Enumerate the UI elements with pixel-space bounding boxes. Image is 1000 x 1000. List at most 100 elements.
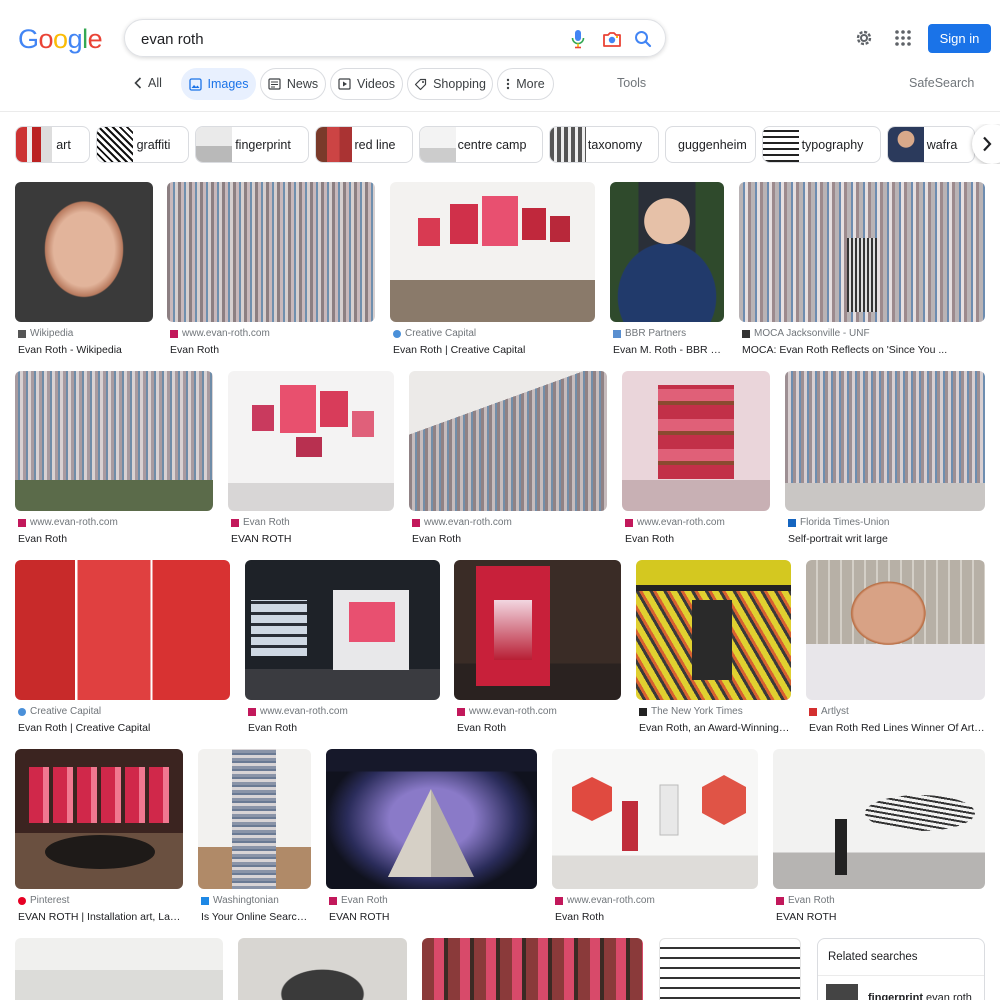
result-source[interactable]: www.evan-roth.com (457, 706, 557, 717)
logo-letter: o (38, 24, 54, 54)
result-title[interactable]: Evan Roth (248, 722, 440, 734)
chips-next-button[interactable] (972, 124, 1000, 164)
result-source[interactable]: Evan Roth (329, 895, 388, 906)
image-result[interactable]: www.evan-roth.com Evan Roth (245, 560, 440, 736)
related-search-bold: fingerprint (868, 992, 923, 1000)
result-title[interactable]: EVAN ROTH (329, 911, 537, 923)
image-result[interactable]: www.evan-roth.com Evan Roth (454, 560, 621, 736)
result-source[interactable]: www.evan-roth.com (412, 517, 512, 528)
result-title[interactable]: Evan Roth (18, 533, 213, 545)
image-result[interactable] (15, 938, 223, 1000)
image-result[interactable]: Florida Times-Union Self-portrait writ l… (785, 371, 985, 547)
image-result[interactable]: Evan Roth EVAN ROTH (228, 371, 394, 547)
settings-gear-icon[interactable] (852, 26, 876, 50)
image-result[interactable]: Creative Capital Evan Roth | Creative Ca… (15, 560, 230, 736)
image-result[interactable] (422, 938, 643, 1000)
result-title[interactable]: Evan Roth | Creative Capital (393, 344, 595, 356)
tab-news[interactable]: News (260, 68, 326, 100)
camera-lens-icon[interactable] (601, 28, 623, 50)
result-title[interactable]: Evan Roth | Creative Capital (18, 722, 230, 734)
image-result[interactable]: www.evan-roth.com Evan Roth (409, 371, 607, 547)
result-title[interactable]: Evan Roth (457, 722, 621, 734)
result-source[interactable]: Washingtonian (201, 895, 279, 906)
tab-videos[interactable]: Videos (330, 68, 403, 100)
image-result[interactable]: www.evan-roth.com Evan Roth (15, 371, 213, 547)
result-title[interactable]: Evan Roth (412, 533, 607, 545)
result-thumbnail (15, 560, 230, 700)
result-source[interactable]: BBR Partners (613, 328, 686, 339)
result-title[interactable]: MOCA: Evan Roth Reflects on 'Since You .… (742, 344, 985, 356)
tab-shopping[interactable]: Shopping (407, 68, 493, 100)
chip-typography[interactable]: typography (762, 126, 881, 163)
result-source[interactable]: Evan Roth (231, 517, 290, 528)
image-result[interactable]: Artlyst Evan Roth Red Lines Winner Of Ar… (806, 560, 985, 736)
image-result[interactable]: www.evan-roth.com Evan Roth (167, 182, 375, 358)
result-title[interactable]: Self-portrait writ large (788, 533, 985, 545)
result-source[interactable]: Wikipedia (18, 328, 73, 339)
result-title[interactable]: Is Your Online Search ... (201, 911, 311, 923)
image-result[interactable]: Wikipedia Evan Roth - Wikipedia (15, 182, 154, 358)
tab-images[interactable]: Images (181, 68, 256, 100)
tools-button[interactable]: Tools (617, 76, 646, 90)
chip-centre-camp[interactable]: centre camp (419, 126, 543, 163)
image-result[interactable]: www.evan-roth.com Evan Roth (552, 749, 758, 925)
result-title[interactable]: EVAN ROTH (776, 911, 985, 923)
result-title[interactable]: Evan Roth (555, 911, 758, 923)
image-result[interactable]: MOCA Jacksonville - UNF MOCA: Evan Roth … (739, 182, 985, 358)
result-source[interactable]: Creative Capital (18, 706, 101, 717)
person-figure (692, 600, 732, 680)
image-result[interactable]: Evan Roth EVAN ROTH (773, 749, 985, 925)
chip-wafra[interactable]: wafra (887, 126, 975, 163)
tab-all[interactable]: All (134, 76, 162, 90)
chip-guggenheim[interactable]: guggenheim (665, 126, 756, 163)
result-title[interactable]: Evan M. Roth - BBR Par... (613, 344, 725, 356)
tab-more-label: More (516, 77, 545, 91)
result-title[interactable]: Evan Roth, an Award-Winning De... (639, 722, 791, 734)
result-source[interactable]: Evan Roth (776, 895, 835, 906)
result-title[interactable]: Evan Roth (170, 344, 375, 356)
apps-grid-icon[interactable] (891, 26, 915, 50)
result-source[interactable]: MOCA Jacksonville - UNF (742, 328, 870, 339)
search-input[interactable] (141, 29, 541, 49)
result-title[interactable]: Evan Roth - Wikipedia (18, 344, 154, 356)
tab-more[interactable]: More (497, 68, 554, 100)
result-source[interactable]: Creative Capital (393, 328, 476, 339)
chip-art[interactable]: art (15, 126, 90, 163)
chip-graffiti[interactable]: graffiti (96, 126, 189, 163)
result-source[interactable]: Pinterest (18, 895, 69, 906)
chip-taxonomy[interactable]: taxonomy (549, 126, 659, 163)
result-source[interactable]: www.evan-roth.com (248, 706, 348, 717)
image-result[interactable]: Evan Roth EVAN ROTH (326, 749, 537, 925)
result-title[interactable]: EVAN ROTH | Installation art, Lands... (18, 911, 183, 923)
result-source-text: BBR Partners (625, 328, 687, 339)
chip-fingerprint[interactable]: fingerprint (195, 126, 309, 163)
search-box (124, 19, 666, 57)
result-title[interactable]: Evan Roth (625, 533, 770, 545)
result-source[interactable]: The New York Times (639, 706, 743, 717)
image-result[interactable]: Pinterest EVAN ROTH | Installation art, … (15, 749, 183, 925)
result-source[interactable]: Artlyst (809, 706, 849, 717)
result-source[interactable]: Florida Times-Union (788, 517, 889, 528)
image-result[interactable]: BBR Partners Evan M. Roth - BBR Par... (610, 182, 725, 358)
image-result[interactable] (238, 938, 407, 1000)
result-source[interactable]: www.evan-roth.com (625, 517, 725, 528)
chip-red-line[interactable]: red line (315, 126, 413, 163)
result-title[interactable]: EVAN ROTH (231, 533, 394, 545)
image-result[interactable]: Creative Capital Evan Roth | Creative Ca… (390, 182, 595, 358)
image-result[interactable]: www.evan-roth.com Evan Roth (622, 371, 770, 547)
result-source[interactable]: www.evan-roth.com (555, 895, 655, 906)
image-result[interactable] (659, 938, 801, 1000)
result-thumbnail (326, 749, 537, 889)
related-search-item[interactable]: fingerprint evan roth (818, 975, 984, 1000)
result-title[interactable]: Evan Roth Red Lines Winner Of Artang... (809, 722, 985, 734)
result-source[interactable]: www.evan-roth.com (18, 517, 118, 528)
result-source-text: Pinterest (30, 895, 70, 906)
sign-in-button[interactable]: Sign in (928, 24, 991, 53)
safesearch-button[interactable]: SafeSearch (909, 76, 974, 90)
search-icon[interactable] (632, 28, 654, 50)
result-source[interactable]: www.evan-roth.com (170, 328, 270, 339)
google-logo[interactable]: Google (18, 24, 103, 55)
image-result[interactable]: The New York Times Evan Roth, an Award-W… (636, 560, 791, 736)
microphone-icon[interactable] (567, 28, 589, 50)
image-result[interactable]: Washingtonian Is Your Online Search ... (198, 749, 311, 925)
